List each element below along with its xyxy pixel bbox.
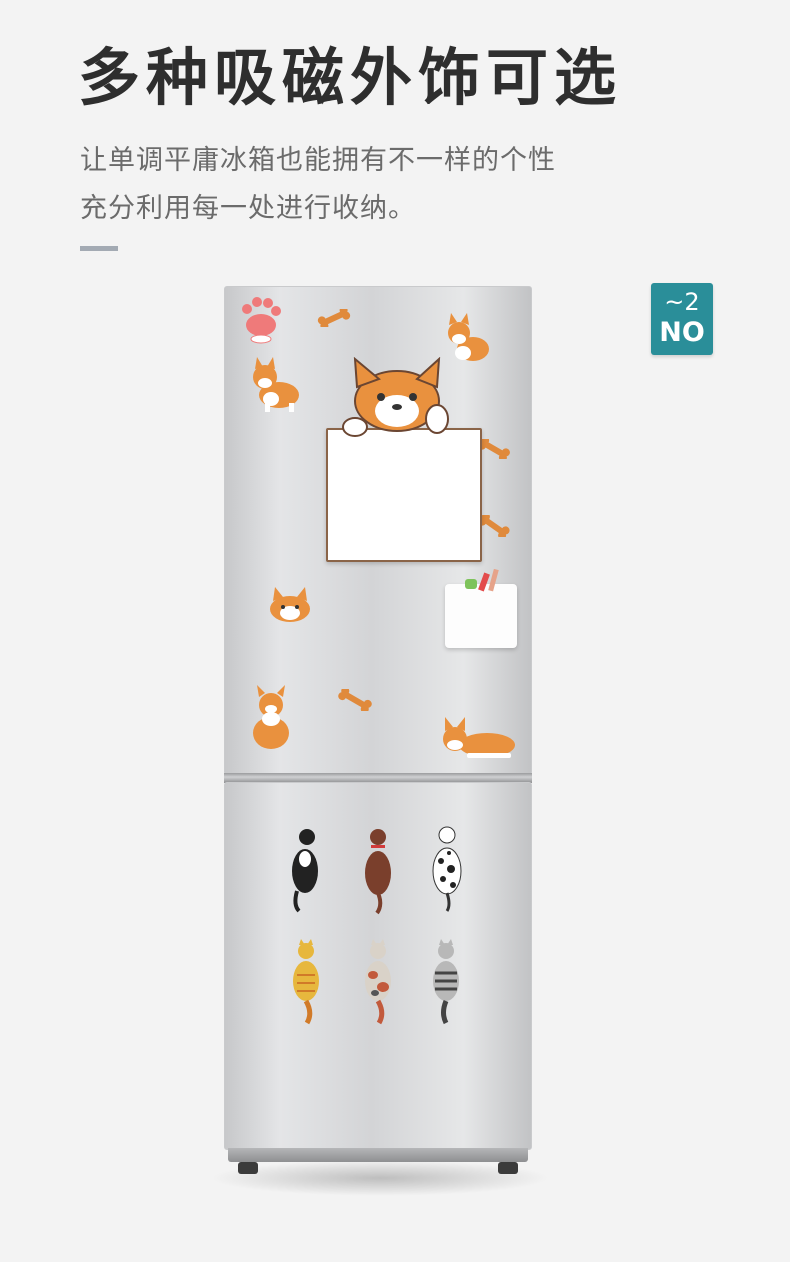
corgi-head-sticker-icon [270,587,310,622]
lower-fridge-door [224,782,532,1150]
paw-sticker-icon [242,297,281,344]
upper-fridge-door [224,286,532,775]
corgi-peeking-icon [342,357,449,437]
orange-cat-magnet-icon [293,939,319,1025]
bone-icon [478,515,510,537]
page-title: 多种吸磁外饰可选 [78,41,623,114]
corgi-lying-sticker-icon [443,717,515,758]
pens-icon [465,569,499,592]
fridge-base [228,1148,528,1162]
number-badge: ~2 NO [651,283,713,355]
storage-pocket [445,584,517,648]
black-dog-magnet-icon [292,829,318,913]
calico-cat-magnet-icon [365,939,391,1025]
description-line-2: 充分利用每一处进行收纳。 [80,193,416,224]
whiteboard-magnet [326,428,482,562]
fridge-foot [498,1162,518,1174]
brown-dog-magnet-icon [365,829,391,915]
refrigerator-image [210,280,550,1210]
description-line-1: 让单调平庸冰箱也能拥有不一样的个性 [80,145,556,176]
bone-icon [338,689,372,711]
fridge-foot [238,1162,258,1174]
corgi-sticker-icon [253,357,299,412]
title-divider [80,246,118,251]
dalmatian-magnet-icon [432,826,462,912]
bone-icon [317,309,351,327]
badge-number: ~2 [664,288,700,316]
corgi-sitting-sticker-icon [253,685,289,749]
bone-icon [478,439,510,459]
gray-tabby-magnet-icon [433,939,459,1025]
badge-label: NO [659,317,705,348]
